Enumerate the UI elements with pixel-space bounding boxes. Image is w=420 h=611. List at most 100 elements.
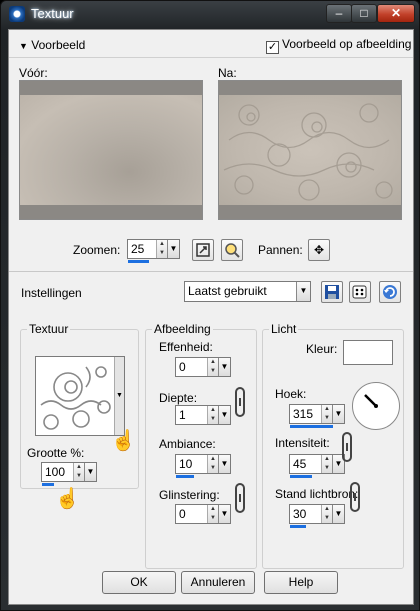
minimize-button[interactable]: – — [326, 4, 352, 23]
intensity-value: 45 — [293, 457, 307, 471]
elevation-stepper[interactable]: 30 ▲ ▼ ▼ — [289, 504, 345, 528]
pan-button[interactable]: ✥ — [308, 239, 330, 261]
arrow-down-icon: ▼ — [159, 250, 165, 256]
elevation-dropdown-arrow[interactable]: ▼ — [332, 505, 344, 523]
zoom-stepper[interactable]: 25 ▲ ▼ ▼ — [127, 239, 180, 263]
light-color-swatch[interactable] — [343, 340, 393, 365]
size-slider[interactable] — [42, 483, 54, 486]
angle-spin-arrows[interactable]: ▲ ▼ — [321, 405, 332, 423]
elevation-slider[interactable] — [290, 525, 306, 528]
zoom-slider[interactable] — [128, 260, 149, 263]
size-spin-arrows[interactable]: ▲ ▼ — [73, 463, 84, 481]
ambiance-dropdown-arrow[interactable]: ▼ — [218, 455, 230, 473]
depth-value: 1 — [179, 408, 186, 422]
intensity-slider[interactable] — [290, 475, 312, 478]
title-bar[interactable]: Textuur – □ ✕ — [1, 1, 420, 27]
close-button[interactable]: ✕ — [377, 4, 415, 23]
angle-stepper[interactable]: 315 ▲ ▼ ▼ — [289, 404, 345, 428]
smoothness-stepper[interactable]: 0 ▲ ▼ ▼ — [175, 357, 231, 377]
smoothness-spin-arrows[interactable]: ▲ ▼ — [207, 358, 218, 376]
depth-dropdown-arrow[interactable]: ▼ — [218, 406, 230, 424]
elevation-value: 30 — [293, 507, 307, 521]
depth-spin-arrows[interactable]: ▲ ▼ — [207, 406, 218, 424]
ambiance-slider[interactable] — [176, 475, 194, 478]
link-chain-icon[interactable] — [350, 482, 360, 512]
texture-swatch[interactable]: ▼ — [35, 356, 125, 436]
divider — [9, 271, 413, 272]
zoom-value: 25 — [131, 242, 145, 256]
shine-value: 0 — [179, 507, 186, 521]
save-preset-button[interactable] — [321, 281, 343, 303]
ambiance-spin-arrows[interactable]: ▲ ▼ — [207, 455, 218, 473]
texture-thumbnail — [40, 366, 111, 430]
arrow-up-icon: ▲ — [210, 506, 216, 512]
elevation-label: Stand lichtbron: — [275, 487, 359, 501]
intensity-spin-arrows[interactable]: ▲ ▼ — [321, 455, 332, 473]
zoom-fit-icon — [196, 243, 210, 257]
ok-button[interactable]: OK — [102, 571, 176, 594]
shine-dropdown-arrow[interactable]: ▼ — [218, 505, 230, 523]
depth-label: Diepte: — [159, 391, 198, 405]
zoom-dropdown-arrow[interactable]: ▼ — [167, 240, 179, 258]
before-label: Vóór: — [19, 66, 48, 80]
preset-value: Laatst gebruikt — [188, 284, 267, 298]
chevron-down-icon[interactable]: ▼ — [296, 282, 310, 301]
arrow-up-icon: ▲ — [210, 407, 216, 413]
cancel-button[interactable]: Annuleren — [181, 571, 255, 594]
intensity-stepper[interactable]: 45 ▲ ▼ ▼ — [289, 454, 345, 478]
maximize-button[interactable]: □ — [351, 4, 377, 23]
size-dropdown-arrow[interactable]: ▼ — [84, 463, 96, 481]
shine-stepper[interactable]: 0 ▲ ▼ ▼ — [175, 504, 231, 524]
shine-spin-arrows[interactable]: ▲ ▼ — [207, 505, 218, 523]
help-button[interactable]: Help — [264, 571, 338, 594]
reset-button[interactable] — [379, 281, 401, 303]
ambiance-label: Ambiance: — [159, 437, 216, 451]
randomize-button[interactable] — [349, 281, 371, 303]
dialog-body: ▼ Voorbeeld ✓ Voorbeeld op afbeelding Vóó… — [8, 29, 414, 605]
light-group-label: Licht — [269, 322, 299, 336]
after-image — [219, 95, 401, 205]
preview-on-image-label: Voorbeeld op afbeelding — [282, 37, 412, 51]
depth-stepper[interactable]: 1 ▲ ▼ ▼ — [175, 405, 231, 425]
preview-border-top — [20, 81, 202, 95]
arrow-down-icon: ▼ — [210, 416, 216, 422]
elevation-spin-arrows[interactable]: ▲ ▼ — [321, 505, 332, 523]
preview-border-top — [219, 81, 401, 95]
arrow-down-icon: ▼ — [324, 465, 330, 471]
pan-label: Pannen: — [258, 243, 303, 257]
ambiance-value: 10 — [179, 457, 193, 471]
preview-on-image-checkbox[interactable]: ✓ Voorbeeld op afbeelding — [266, 37, 411, 54]
preview-toggle[interactable]: ▼ Voorbeeld — [19, 38, 85, 52]
angle-dropdown-arrow[interactable]: ▼ — [332, 405, 344, 423]
link-chain-icon[interactable] — [235, 483, 245, 513]
angle-value: 315 — [293, 407, 314, 421]
zoom-to-100-button[interactable] — [221, 239, 243, 261]
angle-dial[interactable] — [352, 382, 400, 430]
arrow-up-icon: ▲ — [76, 464, 82, 470]
angle-slider[interactable] — [290, 425, 333, 428]
preview-toggle-label: Voorbeeld — [31, 38, 86, 52]
checkbox-checked-icon: ✓ — [266, 41, 279, 54]
smoothness-label: Effenheid: — [159, 340, 213, 354]
link-chain-icon[interactable] — [342, 432, 352, 462]
zoom-fit-button[interactable] — [192, 239, 214, 261]
smoothness-dropdown-arrow[interactable]: ▼ — [218, 358, 230, 376]
size-label: Grootte %: — [27, 446, 85, 460]
arrow-up-icon: ▲ — [210, 456, 216, 462]
zoom-label: Zoomen: — [73, 243, 121, 257]
arrow-down-icon: ▼ — [210, 368, 216, 374]
preset-select[interactable]: Laatst gebruikt ▼ — [184, 281, 311, 302]
undo-icon — [383, 285, 397, 299]
before-preview[interactable] — [19, 80, 203, 220]
ambiance-stepper[interactable]: 10 ▲ ▼ ▼ — [175, 454, 231, 478]
chevron-down-icon[interactable]: ▼ — [114, 357, 124, 435]
after-preview[interactable] — [218, 80, 402, 220]
arrow-down-icon: ▼ — [210, 465, 216, 471]
zoom-spin-arrows[interactable]: ▲ ▼ — [156, 240, 167, 258]
link-chain-icon[interactable] — [235, 387, 245, 417]
texture-group-label: Textuur — [27, 322, 71, 336]
size-stepper[interactable]: 100 ▲ ▼ ▼ — [41, 462, 97, 486]
image-group-label: Afbeelding — [152, 322, 213, 336]
preview-border-bottom — [219, 205, 401, 219]
intensity-label: Intensiteit: — [275, 436, 330, 450]
